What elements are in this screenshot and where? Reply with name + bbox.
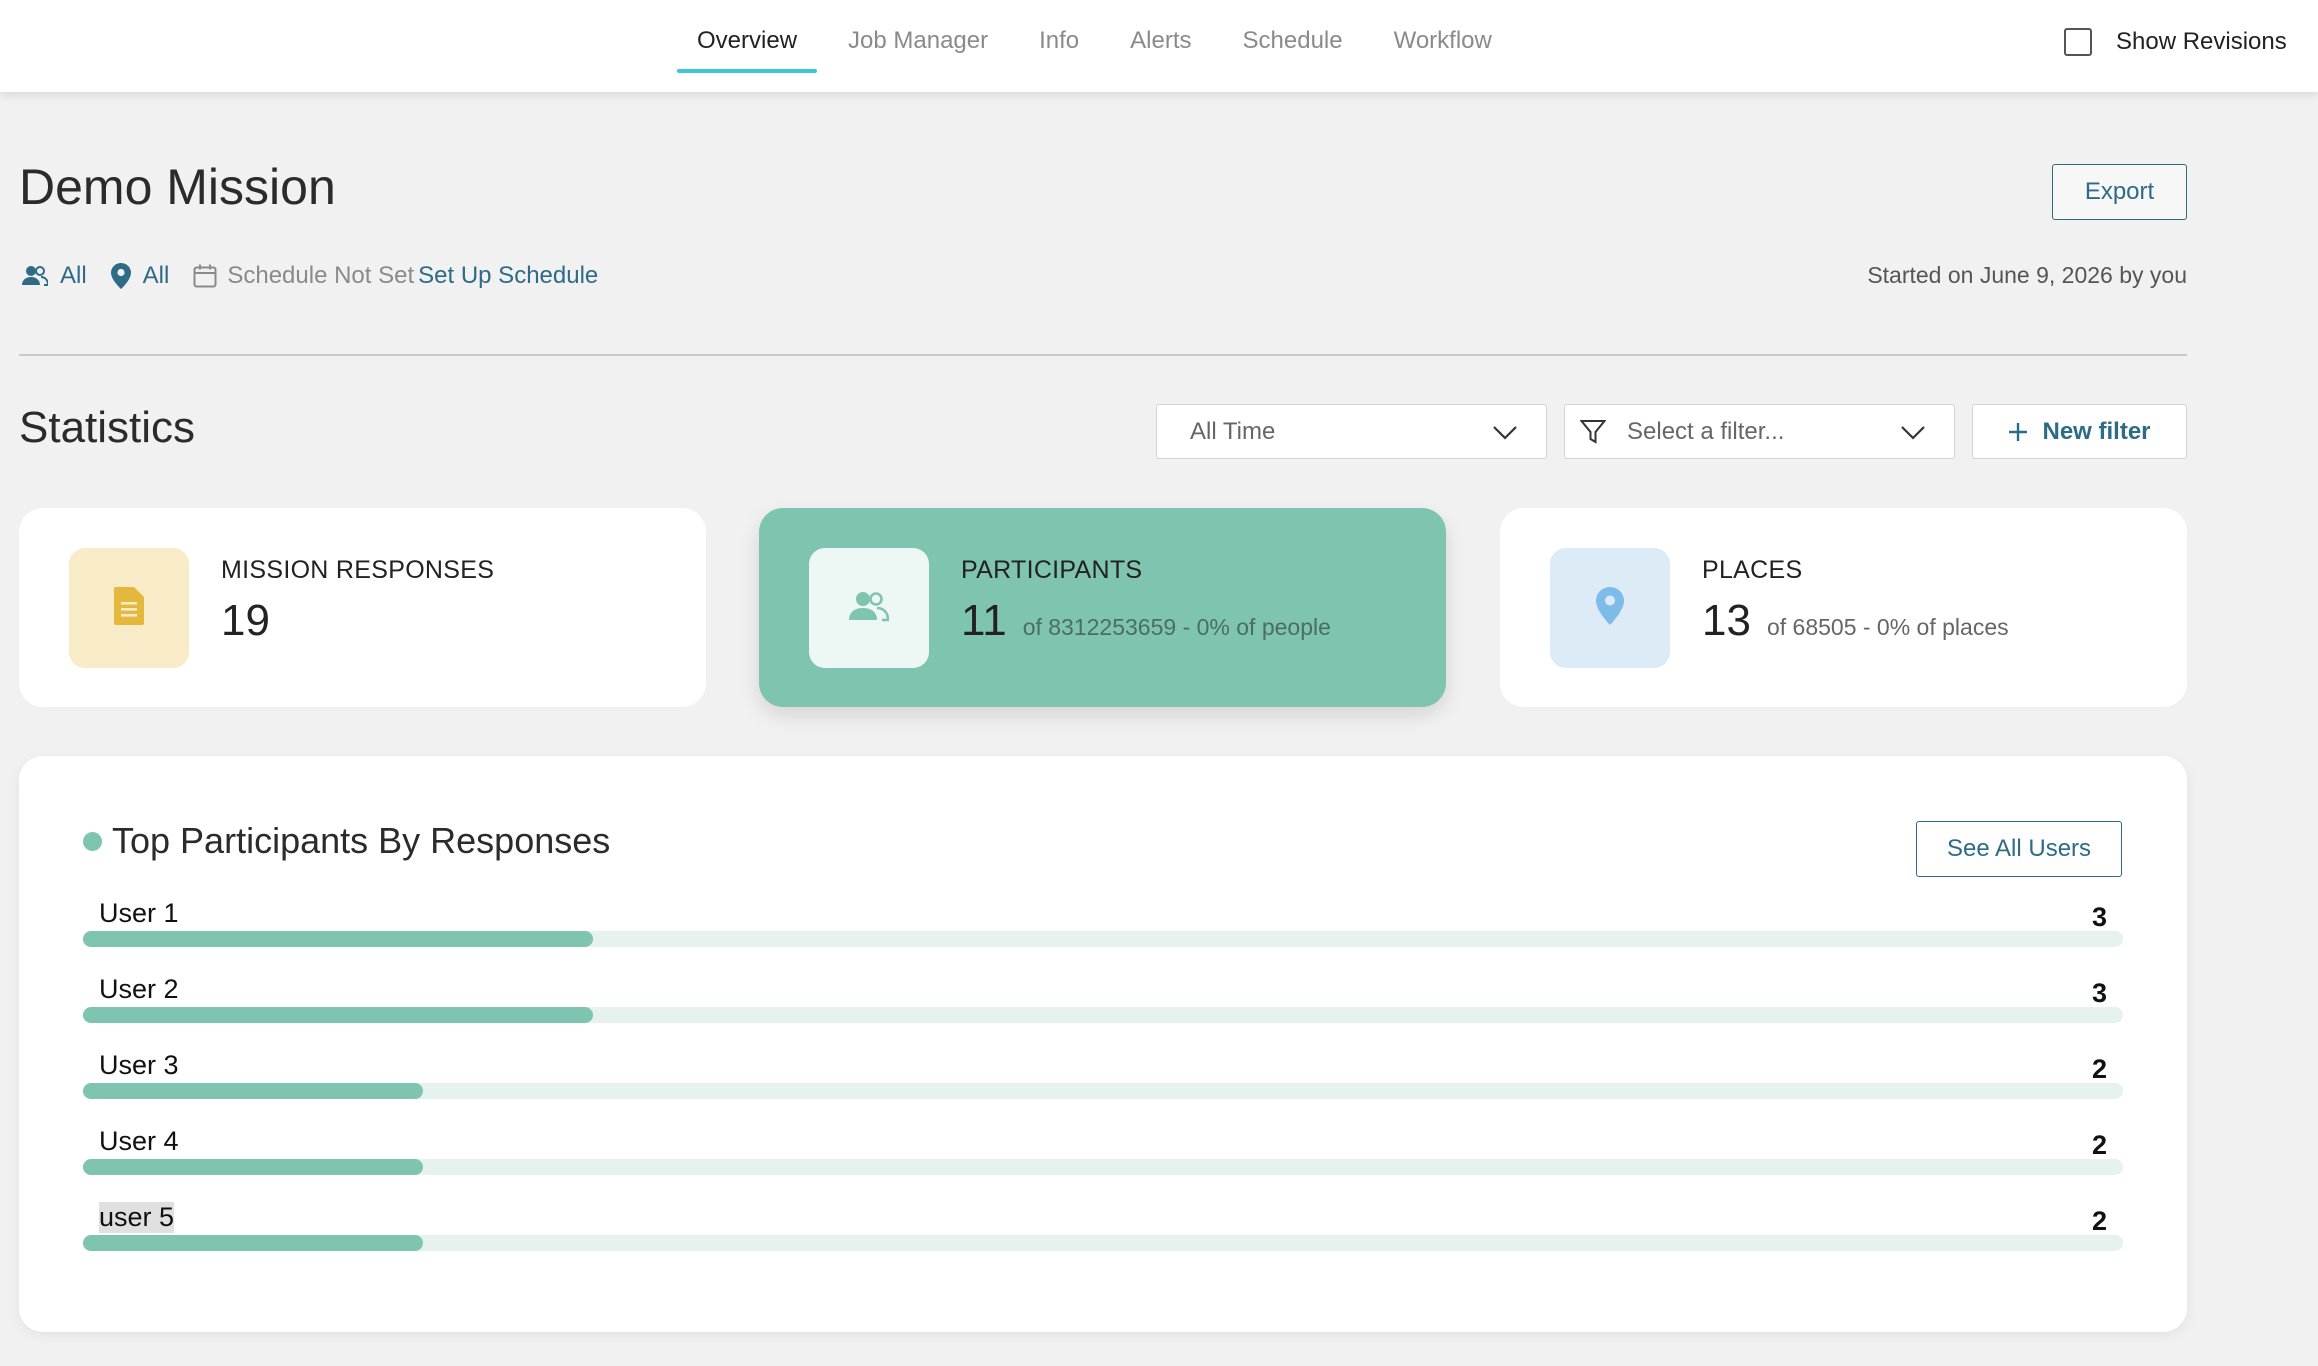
participants-card[interactable]: PARTICIPANTS 11 of 8312253659 - 0% of pe… xyxy=(759,508,1446,707)
response-count: 3 xyxy=(2091,902,2107,932)
filter-icon xyxy=(1580,419,1606,445)
new-filter-label: New filter xyxy=(2042,417,2151,445)
list-item[interactable]: User 4 2 xyxy=(83,1126,2123,1202)
tab-alerts[interactable]: Alerts xyxy=(1110,0,1211,92)
card-value: 13 xyxy=(1702,596,1751,645)
list-item[interactable]: User 2 3 xyxy=(83,974,2123,1050)
people-filter-label[interactable]: All xyxy=(60,262,87,290)
progress-fill xyxy=(83,931,593,947)
progress-track xyxy=(83,1007,2123,1023)
location-pin-icon xyxy=(1596,586,1624,630)
progress-fill xyxy=(83,1159,423,1175)
response-count: 2 xyxy=(2091,1206,2107,1236)
progress-fill xyxy=(83,1083,423,1099)
card-subtext: of 68505 - 0% of places xyxy=(1766,614,2009,640)
see-all-users-button[interactable]: See All Users xyxy=(1916,821,2122,877)
people-icon xyxy=(849,590,890,627)
panel-title: Top Participants By Responses xyxy=(83,820,610,862)
user-name[interactable]: User 4 xyxy=(99,1126,179,1157)
document-icon xyxy=(114,586,144,630)
progress-track xyxy=(83,1235,2123,1251)
tab-workflow[interactable]: Workflow xyxy=(1374,0,1512,92)
schedule-status: Schedule Not Set xyxy=(227,262,415,289)
schedule-info: Schedule Not Set Set Up Schedule xyxy=(193,262,598,290)
participants-icon-box xyxy=(809,548,929,668)
card-value: 19 xyxy=(221,596,270,645)
places-icon-box xyxy=(1550,548,1670,668)
tab-info[interactable]: Info xyxy=(1019,0,1099,92)
calendar-icon xyxy=(193,264,217,288)
show-revisions-checkbox[interactable] xyxy=(2064,28,2092,56)
user-name[interactable]: User 3 xyxy=(99,1050,179,1081)
chevron-down-icon xyxy=(1900,421,1926,450)
time-range-value: All Time xyxy=(1190,417,1276,445)
page-title: Demo Mission xyxy=(19,159,336,215)
export-button[interactable]: Export xyxy=(2052,164,2187,220)
response-count: 2 xyxy=(2091,1130,2107,1160)
divider xyxy=(19,354,2187,356)
user-name[interactable]: User 1 xyxy=(99,898,179,929)
progress-fill xyxy=(83,1007,593,1023)
list-item[interactable]: User 1 3 xyxy=(83,898,2123,974)
people-filter[interactable]: All xyxy=(22,262,87,290)
location-pin-icon xyxy=(110,263,131,289)
progress-fill xyxy=(83,1235,423,1251)
show-revisions-label: Show Revisions xyxy=(2116,28,2287,55)
chevron-down-icon xyxy=(1492,421,1518,450)
card-value: 11 xyxy=(961,596,1007,645)
places-card[interactable]: PLACES 13 of 68505 - 0% of places xyxy=(1500,508,2187,707)
time-range-select[interactable]: All Time xyxy=(1156,404,1547,459)
tab-job-manager[interactable]: Job Manager xyxy=(828,0,1008,92)
tab-bar: Overview Job Manager Info Alerts Schedul… xyxy=(677,0,1523,92)
top-participants-panel: Top Participants By Responses See All Us… xyxy=(19,756,2187,1332)
list-item[interactable]: User 3 2 xyxy=(83,1050,2123,1126)
card-subtext: of 8312253659 - 0% of people xyxy=(1022,614,1331,640)
new-filter-button[interactable]: New filter xyxy=(1972,404,2187,459)
status-dot xyxy=(83,831,102,851)
card-value-row: 13 of 68505 - 0% of places xyxy=(1702,596,2009,646)
plus-icon xyxy=(2008,422,2028,442)
filter-placeholder: Select a filter... xyxy=(1627,417,1785,445)
progress-track xyxy=(83,1083,2123,1099)
response-count: 3 xyxy=(2091,978,2107,1008)
card-label: PLACES xyxy=(1702,556,1803,584)
filter-select[interactable]: Select a filter... xyxy=(1564,404,1955,459)
places-filter-label[interactable]: All xyxy=(143,262,170,290)
progress-track xyxy=(83,931,2123,947)
progress-track xyxy=(83,1159,2123,1175)
card-label: MISSION RESPONSES xyxy=(221,556,495,584)
card-value-row: 11 of 8312253659 - 0% of people xyxy=(961,596,1331,646)
show-revisions-toggle[interactable]: Show Revisions xyxy=(2064,28,2287,56)
user-name[interactable]: User 2 xyxy=(99,974,179,1005)
people-icon xyxy=(22,265,48,287)
card-value-row: 19 xyxy=(221,596,270,646)
card-label: PARTICIPANTS xyxy=(961,556,1143,584)
mission-meta: All All Schedule Not Set Set Up Schedule xyxy=(22,262,598,290)
panel-title-text: Top Participants By Responses xyxy=(112,820,611,861)
started-info: Started on June 9, 2026 by you xyxy=(1867,262,2187,288)
places-filter[interactable]: All xyxy=(110,262,170,290)
mission-responses-card[interactable]: MISSION RESPONSES 19 xyxy=(19,508,706,707)
tab-overview[interactable]: Overview xyxy=(677,0,818,92)
mission-responses-icon-box xyxy=(69,548,189,668)
top-nav-bar: Overview Job Manager Info Alerts Schedul… xyxy=(0,0,2318,92)
list-item[interactable]: user 5 2 xyxy=(83,1202,2123,1278)
statistics-title: Statistics xyxy=(19,403,196,452)
set-up-schedule-link[interactable]: Set Up Schedule xyxy=(418,262,598,290)
tab-schedule[interactable]: Schedule xyxy=(1223,0,1363,92)
response-count: 2 xyxy=(2091,1054,2107,1084)
user-name[interactable]: user 5 xyxy=(99,1202,175,1233)
